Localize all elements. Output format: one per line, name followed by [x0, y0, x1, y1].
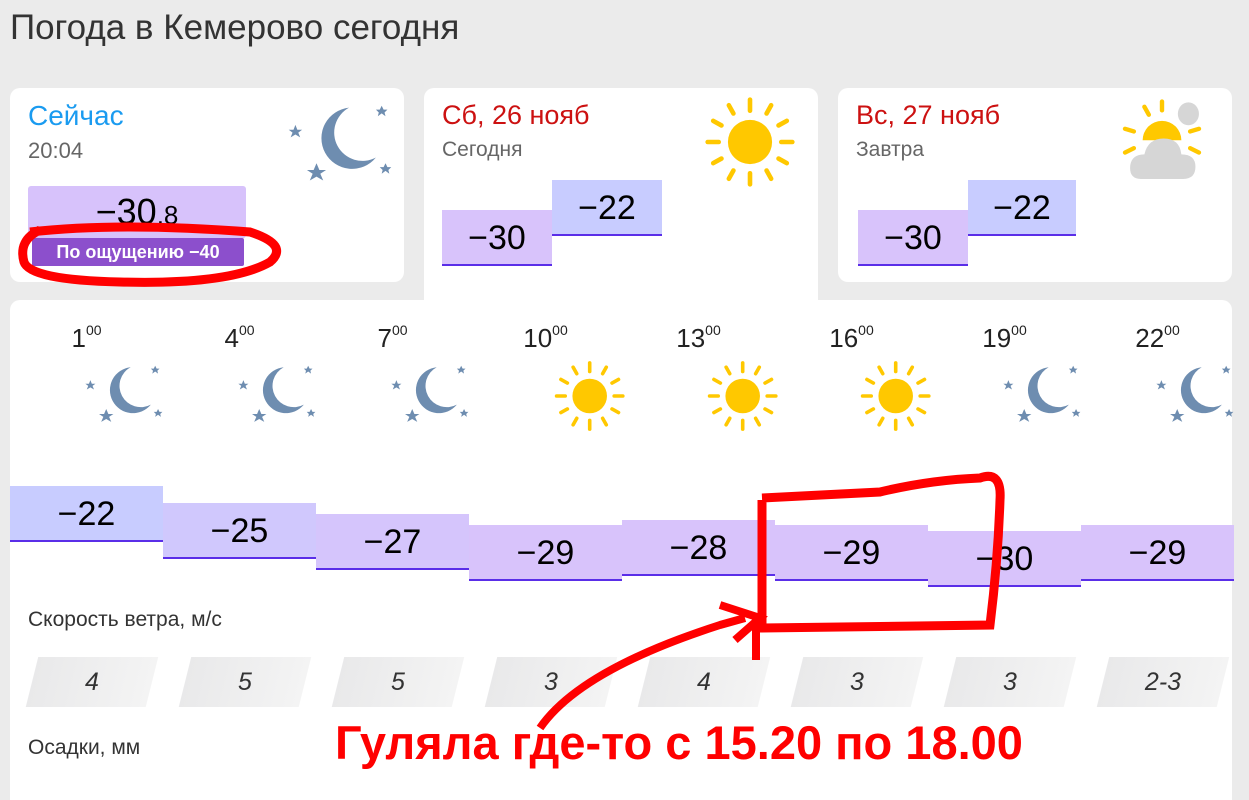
hour: 22 [1135, 323, 1165, 353]
day-sub: Завтра [856, 138, 925, 161]
wind-speed-value: 5 [238, 668, 252, 696]
hour: 7 [377, 323, 392, 353]
moon-stars-icon [1118, 360, 1249, 432]
temp-integer: −30 [95, 191, 157, 232]
hour: 19 [982, 323, 1012, 353]
sun-icon [812, 360, 965, 432]
wind-speed-value: 4 [85, 668, 99, 696]
hour-label: 1900 [928, 322, 1081, 354]
hour-label: 700 [316, 322, 469, 354]
hour: 1 [71, 323, 86, 353]
now-label: Сейчас [28, 100, 124, 131]
temperature-block: −25 [163, 502, 316, 559]
wind-speed-cell: 5 [178, 657, 312, 707]
hour-label: 2200 [1081, 322, 1234, 354]
minutes: 00 [705, 322, 721, 338]
wind-speed-value: 3 [544, 668, 558, 696]
day-card-tomorrow[interactable]: Вс, 27 нояб Завтра −30 −22 [838, 88, 1232, 282]
night-temp: −30 [858, 210, 968, 266]
hour: 10 [523, 323, 553, 353]
temperature-block: −29 [775, 525, 928, 582]
minutes: 00 [391, 322, 408, 338]
night-temp: −30 [442, 210, 552, 266]
annotation-text: Гуляла где-то с 15.20 по 18.00 [335, 716, 1023, 769]
wind-speed-value: 3 [1003, 668, 1017, 696]
current-temperature: −30,8 [28, 186, 246, 238]
hour-label: 400 [163, 322, 316, 354]
minutes: 00 [552, 322, 568, 338]
hour-label: 100 [10, 322, 163, 354]
sun-icon [659, 360, 812, 432]
day-label: Сб, 26 нояб [442, 100, 590, 130]
page-title: Погода в Кемерово сегодня [10, 8, 460, 47]
hour: 13 [676, 323, 706, 353]
temperature-block: −27 [316, 514, 469, 570]
feels-like-badge: По ощущению −40 [32, 238, 244, 266]
hour: 4 [224, 323, 239, 353]
temperature-block: −22 [10, 486, 163, 542]
wind-speed-label: Скорость ветра, м/с [28, 608, 222, 631]
sun-icon [506, 360, 659, 432]
partly-cloudy-icon [1118, 96, 1206, 188]
minutes: 00 [858, 322, 874, 338]
day-label: Вс, 27 нояб [856, 100, 1001, 130]
wind-speed-cell: 4 [637, 657, 771, 707]
day-temp: −22 [552, 180, 662, 236]
minutes: 00 [1164, 322, 1180, 338]
moon-stars-icon [353, 360, 506, 432]
wind-speed-cell: 3 [943, 657, 1077, 707]
sun-icon [704, 96, 796, 188]
wind-speed-value: 5 [391, 668, 405, 696]
precipitation-label: Осадки, мм [28, 736, 141, 759]
day-card-today[interactable]: Сб, 26 нояб Сегодня −30 −22 [424, 88, 818, 310]
moon-stars-icon [200, 360, 353, 432]
moon-stars-icon [965, 360, 1118, 432]
now-card[interactable]: Сейчас 20:04 −30,8 По ощущению −40 [10, 88, 404, 282]
now-time: 20:04 [28, 138, 84, 163]
wind-speed-value: 3 [850, 668, 864, 696]
hour: 16 [829, 323, 859, 353]
wind-speed-cell: 5 [331, 657, 465, 707]
wind-speed-value: 2-3 [1144, 668, 1182, 696]
temperature-block: −29 [469, 525, 622, 582]
temp-decimal: ,8 [156, 200, 179, 230]
hour-label: 1300 [622, 322, 775, 354]
wind-speed-cell: 2-3 [1096, 657, 1230, 707]
minutes: 00 [85, 322, 102, 338]
hour-label: 1600 [775, 322, 928, 354]
wind-speed-cell: 3 [790, 657, 924, 707]
temperature-block: −28 [622, 519, 775, 576]
wind-speed-cell: 4 [25, 657, 159, 707]
hour-label: 1000 [469, 322, 622, 354]
day-temp: −22 [968, 180, 1076, 236]
moon-stars-icon [282, 98, 397, 194]
temperature-block: −30 [928, 530, 1081, 587]
moon-stars-icon [47, 360, 200, 432]
minutes: 00 [238, 322, 255, 338]
day-sub: Сегодня [442, 138, 523, 161]
wind-speed-value: 4 [697, 668, 711, 696]
wind-speed-cell: 3 [484, 657, 618, 707]
minutes: 00 [1011, 322, 1027, 338]
temperature-block: −29 [1081, 525, 1234, 582]
